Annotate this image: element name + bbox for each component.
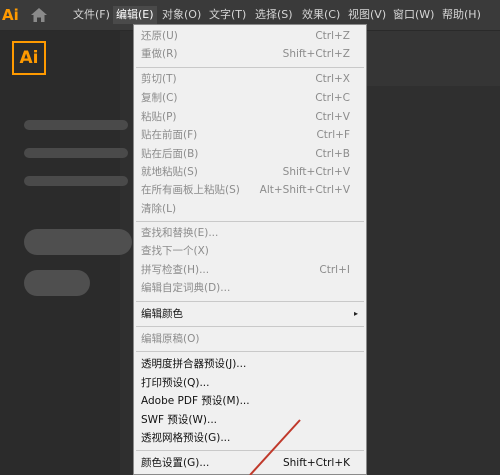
open-button-placeholder[interactable] bbox=[24, 270, 90, 296]
menu-item-paste-in-place[interactable]: 就地粘贴(S) Shift+Ctrl+V bbox=[134, 163, 366, 181]
menu-item-cut[interactable]: 剪切(T) Ctrl+X bbox=[134, 70, 366, 88]
placeholder-line bbox=[24, 120, 128, 130]
menu-item-print-presets[interactable]: 打印预设(Q)... bbox=[134, 374, 366, 392]
menu-item-shortcut: Ctrl+B bbox=[315, 148, 350, 160]
menu-item-clear[interactable]: 清除(L) bbox=[134, 200, 366, 218]
menu-help[interactable]: 帮助(H) bbox=[439, 6, 484, 24]
menu-item-label: 透明度拼合器预设(J)... bbox=[141, 358, 247, 370]
menu-item-label: 重做(R) bbox=[141, 48, 178, 60]
placeholder-line bbox=[24, 176, 128, 186]
menu-item-paste[interactable]: 粘贴(P) Ctrl+V bbox=[134, 108, 366, 126]
menu-item-color-settings[interactable]: 颜色设置(G)... Shift+Ctrl+K bbox=[134, 454, 366, 472]
menu-item-edit-original[interactable]: 编辑原稿(O) bbox=[134, 330, 366, 348]
menu-item-undo[interactable]: 还原(U) Ctrl+Z bbox=[134, 27, 366, 45]
menu-item-shortcut: Shift+Ctrl+V bbox=[282, 166, 350, 178]
menu-file[interactable]: 文件(F) bbox=[70, 6, 113, 24]
menu-item-label: 透视网格预设(G)... bbox=[141, 432, 231, 444]
menu-item-paste-in-back[interactable]: 贴在后面(B) Ctrl+B bbox=[134, 145, 366, 163]
menu-select[interactable]: 选择(S) bbox=[252, 6, 296, 24]
menu-item-label: 粘贴(P) bbox=[141, 111, 177, 123]
menu-item-shortcut: Shift+Ctrl+K bbox=[282, 457, 350, 469]
menu-item-label: 打印预设(Q)... bbox=[141, 377, 210, 389]
menu-object[interactable]: 对象(O) bbox=[159, 6, 204, 24]
workspace-header bbox=[367, 31, 500, 86]
menu-item-label: 编辑自定词典(D)... bbox=[141, 282, 231, 294]
menu-item-find-next[interactable]: 查找下一个(X) bbox=[134, 242, 366, 260]
app-logo-large: Ai bbox=[12, 41, 46, 75]
menu-effect[interactable]: 效果(C) bbox=[299, 6, 343, 24]
menu-item-shortcut: Ctrl+V bbox=[315, 111, 350, 123]
menu-item-label: SWF 预设(W)... bbox=[141, 414, 218, 426]
menu-item-swf-presets[interactable]: SWF 预设(W)... bbox=[134, 411, 366, 429]
edit-menu-dropdown: 还原(U) Ctrl+Z 重做(R) Shift+Ctrl+Z 剪切(T) Ct… bbox=[133, 24, 367, 475]
menu-item-copy[interactable]: 复制(C) Ctrl+C bbox=[134, 89, 366, 107]
home-icon[interactable] bbox=[30, 7, 48, 23]
new-file-button-placeholder[interactable] bbox=[24, 229, 132, 255]
menu-item-redo[interactable]: 重做(R) Shift+Ctrl+Z bbox=[134, 45, 366, 63]
menu-item-find-replace[interactable]: 查找和替换(E)... bbox=[134, 224, 366, 242]
menu-type[interactable]: 文字(T) bbox=[206, 6, 249, 24]
menu-item-label: 还原(U) bbox=[141, 30, 178, 42]
menu-separator bbox=[136, 301, 364, 302]
menu-separator bbox=[136, 351, 364, 352]
menu-item-label: 编辑原稿(O) bbox=[141, 333, 200, 345]
menu-item-perspective-grid-presets[interactable]: 透视网格预设(G)... bbox=[134, 429, 366, 447]
menu-item-label: 查找下一个(X) bbox=[141, 245, 209, 257]
menu-separator bbox=[136, 67, 364, 68]
menu-item-edit-colors[interactable]: 编辑颜色 ▸ bbox=[134, 305, 366, 323]
menu-window[interactable]: 窗口(W) bbox=[390, 6, 437, 24]
menu-item-label: 就地粘贴(S) bbox=[141, 166, 198, 178]
menu-item-label: 清除(L) bbox=[141, 203, 177, 215]
app-logo: Ai bbox=[2, 6, 19, 24]
menu-item-paste-in-front[interactable]: 贴在前面(F) Ctrl+F bbox=[134, 126, 366, 144]
menu-item-transparency-flattener-presets[interactable]: 透明度拼合器预设(J)... bbox=[134, 355, 366, 373]
menu-separator bbox=[136, 221, 364, 222]
menu-item-shortcut: Ctrl+X bbox=[315, 73, 350, 85]
menu-item-shortcut: Ctrl+I bbox=[319, 264, 350, 276]
placeholder-line bbox=[24, 148, 128, 158]
menu-item-label: 颜色设置(G)... bbox=[141, 457, 210, 469]
menu-item-shortcut: Ctrl+Z bbox=[315, 30, 350, 42]
menu-item-label: 贴在前面(F) bbox=[141, 129, 198, 141]
menu-item-label: 编辑颜色 bbox=[141, 308, 183, 320]
menu-view[interactable]: 视图(V) bbox=[345, 6, 389, 24]
workspace-area bbox=[367, 31, 500, 475]
menu-item-paste-on-all-artboards[interactable]: 在所有画板上粘贴(S) Alt+Shift+Ctrl+V bbox=[134, 181, 366, 199]
menu-item-shortcut: Ctrl+C bbox=[315, 92, 350, 104]
menu-item-spell-check[interactable]: 拼写检查(H)... Ctrl+I bbox=[134, 261, 366, 279]
menu-item-label: 拼写检查(H)... bbox=[141, 264, 210, 276]
menu-separator bbox=[136, 450, 364, 451]
menu-item-label: 贴在后面(B) bbox=[141, 148, 199, 160]
menu-item-label: 查找和替换(E)... bbox=[141, 227, 219, 239]
menu-item-edit-dictionary[interactable]: 编辑自定词典(D)... bbox=[134, 279, 366, 297]
menu-item-shortcut: Alt+Shift+Ctrl+V bbox=[259, 184, 350, 196]
menu-item-label: 在所有画板上粘贴(S) bbox=[141, 184, 240, 196]
submenu-arrow-icon: ▸ bbox=[353, 309, 358, 318]
menu-item-label: 复制(C) bbox=[141, 92, 178, 104]
menu-item-label: Adobe PDF 预设(M)... bbox=[141, 395, 250, 407]
menu-item-adobe-pdf-presets[interactable]: Adobe PDF 预设(M)... bbox=[134, 392, 366, 410]
menu-separator bbox=[136, 326, 364, 327]
menu-item-shortcut: Shift+Ctrl+Z bbox=[282, 48, 350, 60]
menu-item-shortcut: Ctrl+F bbox=[316, 129, 350, 141]
menu-edit[interactable]: 编辑(E) bbox=[113, 6, 157, 24]
menu-item-label: 剪切(T) bbox=[141, 73, 177, 85]
